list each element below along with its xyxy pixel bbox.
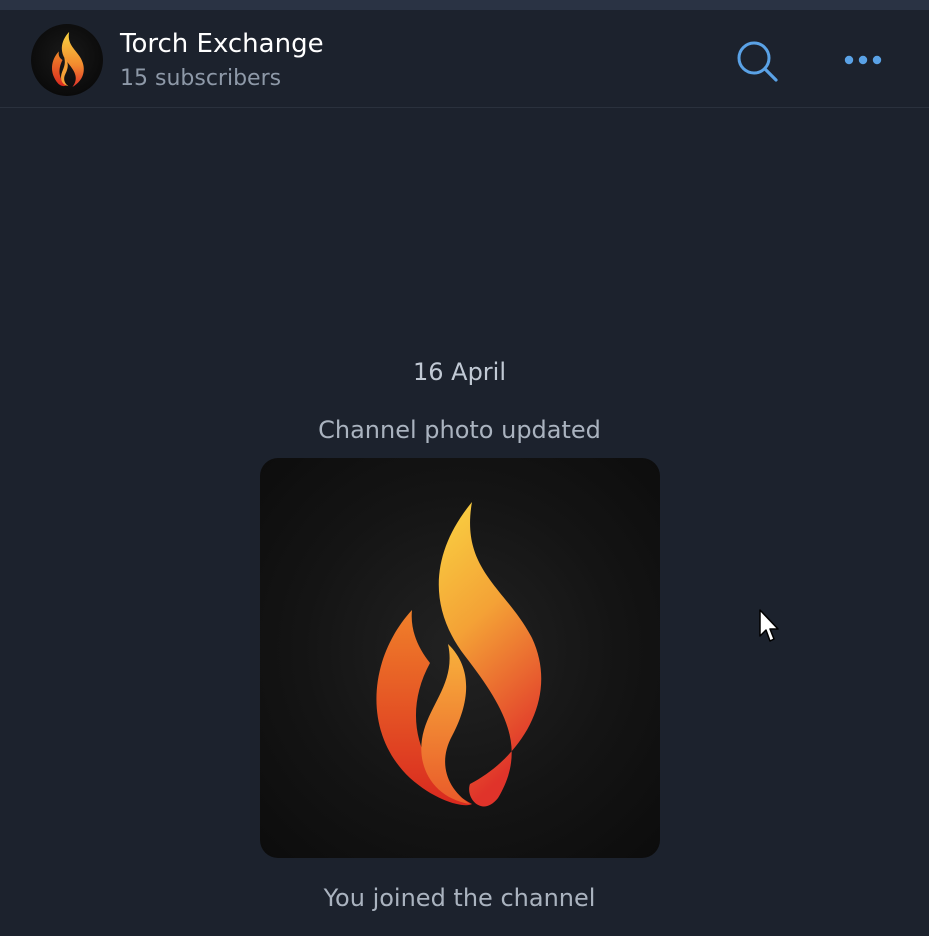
subscriber-count: 15 subscribers — [120, 66, 282, 91]
service-message-joined: You joined the channel — [323, 884, 596, 912]
channel-avatar[interactable] — [31, 24, 103, 96]
search-button[interactable] — [733, 38, 781, 86]
flame-logo-icon — [51, 31, 84, 88]
date-separator: 16 April — [412, 358, 507, 386]
flame-logo-image — [376, 502, 542, 807]
search-icon — [737, 41, 778, 82]
channel-title[interactable]: Torch Exchange — [120, 28, 324, 60]
channel-photo[interactable] — [260, 458, 660, 858]
mouse-pointer-icon — [759, 609, 779, 642]
channel-header: Torch Exchange 15 subscribers — [0, 10, 929, 108]
more-options-button[interactable] — [838, 44, 888, 78]
window-top-strip — [0, 0, 929, 10]
more-horizontal-icon — [844, 55, 882, 65]
service-message-photo-updated: Channel photo updated — [318, 416, 601, 444]
